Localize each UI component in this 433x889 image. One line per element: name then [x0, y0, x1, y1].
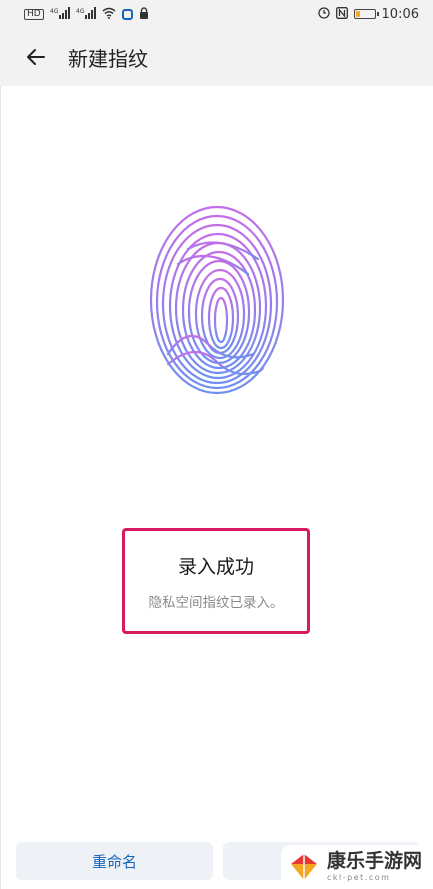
fingerprint-icon: [149, 205, 285, 395]
signal-4g-icon: 4G: [50, 7, 70, 21]
battery-icon: [353, 9, 379, 19]
app-bar: 新建指纹: [0, 28, 433, 86]
enroll-result-card: 录入成功 隐私空间指纹已录入。: [122, 528, 310, 634]
battery-level: [355, 11, 360, 17]
nfc-icon: [335, 7, 348, 21]
watermark: 康乐手游网 ckl-pet.com: [281, 845, 433, 889]
status-icons-right: 10:06: [317, 6, 419, 22]
status-bar: HD 4G 4G 10:06: [0, 0, 433, 28]
signal-4g-icon: 4G: [76, 7, 96, 21]
watermark-text: 康乐手游网: [327, 850, 423, 872]
watermark-logo-icon: [291, 854, 317, 880]
svg-text:4G: 4G: [50, 8, 59, 15]
page-title: 新建指纹: [68, 46, 148, 71]
back-button[interactable]: [18, 39, 54, 75]
rename-button[interactable]: 重命名: [16, 842, 213, 880]
shield-app-icon: [121, 8, 133, 20]
alarm-icon: [317, 7, 330, 21]
wifi-icon: [102, 7, 116, 21]
svg-text:4G: 4G: [76, 8, 85, 15]
result-title: 录入成功: [177, 555, 254, 578]
status-icons-left: HD 4G 4G: [24, 7, 149, 21]
status-time: 10:06: [381, 6, 419, 22]
arrow-left-icon: [27, 49, 45, 65]
lock-icon: [139, 7, 149, 21]
watermark-url: ckl-pet.com: [327, 873, 391, 882]
hd-icon: HD: [24, 8, 44, 20]
result-subtitle: 隐私空间指纹已录入。: [148, 594, 284, 611]
